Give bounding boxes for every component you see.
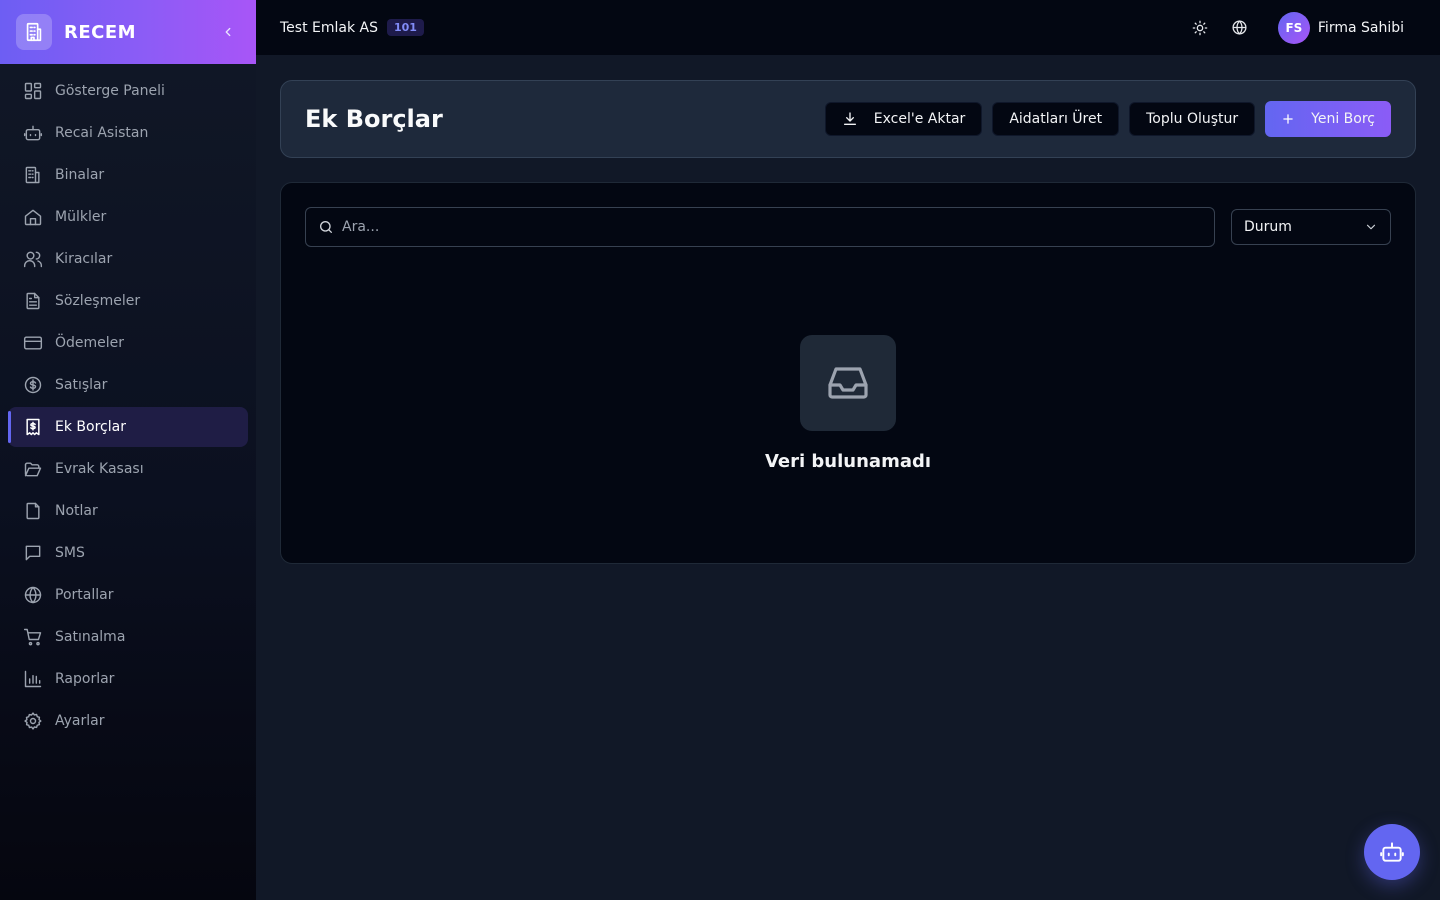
page-title: Ek Borçlar bbox=[305, 105, 443, 133]
sidebar-item-sms[interactable]: SMS bbox=[8, 533, 248, 573]
sidebar-item-buildings[interactable]: Binalar bbox=[8, 155, 248, 195]
sidebar-item-label: Satınalma bbox=[55, 629, 126, 645]
sun-icon bbox=[1192, 20, 1208, 35]
globe-icon bbox=[23, 585, 43, 605]
avatar: FS bbox=[1277, 11, 1310, 44]
sidebar-nav: Gösterge Paneli Recai Asistan Binalar Mü… bbox=[0, 64, 256, 741]
sidebar-item-settings[interactable]: Ayarlar bbox=[8, 701, 248, 741]
topbar: Test Emlak AS 101 FS Firma Sahibi bbox=[256, 0, 1440, 55]
sidebar-item-label: Mülkler bbox=[55, 209, 107, 225]
dollar-circle-icon bbox=[23, 375, 43, 395]
search-box bbox=[305, 207, 1215, 247]
bar-chart-icon bbox=[23, 669, 43, 689]
brand-name: RECEM bbox=[64, 21, 137, 43]
export-excel-button[interactable]: Excel'e Aktar bbox=[824, 102, 983, 136]
sidebar-item-tenants[interactable]: Kiracılar bbox=[8, 239, 248, 279]
credit-card-icon bbox=[23, 333, 43, 353]
user-name: Firma Sahibi bbox=[1317, 19, 1404, 36]
bot-icon bbox=[1380, 842, 1404, 862]
dashboard-icon bbox=[23, 81, 43, 101]
bulk-create-button[interactable]: Toplu Oluştur bbox=[1129, 102, 1256, 136]
sidebar-item-contracts[interactable]: Sözleşmeler bbox=[8, 281, 248, 321]
shopping-cart-icon bbox=[23, 627, 43, 647]
sidebar-item-label: Recai Asistan bbox=[55, 125, 149, 141]
home-icon bbox=[23, 207, 43, 227]
collapse-sidebar-button[interactable] bbox=[216, 20, 240, 44]
sidebar-item-label: Ödemeler bbox=[55, 335, 125, 351]
sidebar-item-dashboard[interactable]: Gösterge Paneli bbox=[8, 71, 248, 111]
sidebar-item-label: Sözleşmeler bbox=[55, 293, 141, 309]
empty-state-message: Veri bulunamadı bbox=[764, 451, 932, 472]
header-actions: Excel'e Aktar Aidatları Üret Toplu Oluşt… bbox=[815, 101, 1391, 137]
users-icon bbox=[23, 249, 43, 269]
sidebar-item-properties[interactable]: Mülkler bbox=[8, 197, 248, 237]
sidebar-item-label: Gösterge Paneli bbox=[55, 83, 165, 99]
settings-icon bbox=[23, 711, 43, 731]
inbox-icon bbox=[800, 335, 896, 431]
sidebar-item-label: Ayarlar bbox=[55, 713, 105, 729]
folder-open-icon bbox=[23, 459, 43, 479]
sidebar-item-reports[interactable]: Raporlar bbox=[8, 659, 248, 699]
generate-dues-label: Aidatları Üret bbox=[1009, 111, 1103, 127]
globe-icon bbox=[1232, 20, 1247, 35]
sidebar-item-additional-debts[interactable]: Ek Borçlar bbox=[8, 407, 248, 447]
search-input[interactable] bbox=[342, 219, 1202, 235]
sidebar-item-label: Binalar bbox=[55, 167, 105, 183]
download-icon bbox=[842, 111, 858, 127]
language-button[interactable] bbox=[1224, 12, 1256, 44]
sidebar: RECEM Gösterge Paneli Recai Asistan Bina… bbox=[0, 0, 256, 900]
assistant-fab-button[interactable] bbox=[1364, 824, 1420, 880]
sidebar-item-label: Satışlar bbox=[55, 377, 108, 393]
status-filter-select[interactable]: Durum bbox=[1231, 209, 1391, 245]
sidebar-item-sales[interactable]: Satışlar bbox=[8, 365, 248, 405]
empty-state: Veri bulunamadı bbox=[281, 335, 1415, 472]
file-text-icon bbox=[23, 291, 43, 311]
sidebar-item-label: Portallar bbox=[55, 587, 114, 603]
app-root: RECEM Gösterge Paneli Recai Asistan Bina… bbox=[0, 0, 1440, 900]
building-logo-icon bbox=[16, 14, 52, 50]
sidebar-item-notes[interactable]: Notlar bbox=[8, 491, 248, 531]
sticky-note-icon bbox=[23, 501, 43, 521]
chevron-down-icon bbox=[1364, 220, 1378, 234]
receipt-dollar-icon bbox=[23, 417, 43, 437]
debts-list-card: Durum Veri bulunamadı bbox=[280, 182, 1416, 564]
sidebar-item-label: Raporlar bbox=[55, 671, 115, 687]
bot-icon bbox=[23, 123, 43, 143]
company-name: Test Emlak AS bbox=[280, 19, 378, 36]
building-icon bbox=[23, 165, 43, 185]
theme-toggle-button[interactable] bbox=[1184, 12, 1216, 44]
topbar-actions: FS Firma Sahibi bbox=[1176, 11, 1416, 44]
sidebar-item-label: Evrak Kasası bbox=[55, 461, 144, 477]
new-debt-label: Yeni Borç bbox=[1311, 111, 1375, 127]
sidebar-item-label: Ek Borçlar bbox=[55, 419, 126, 435]
plus-icon bbox=[1281, 112, 1295, 126]
sidebar-item-assistant[interactable]: Recai Asistan bbox=[8, 113, 248, 153]
search-icon bbox=[320, 221, 332, 233]
user-menu[interactable]: FS Firma Sahibi bbox=[1277, 11, 1404, 44]
sidebar-item-purchasing[interactable]: Satınalma bbox=[8, 617, 248, 657]
message-square-icon bbox=[23, 543, 43, 563]
sidebar-item-label: SMS bbox=[55, 545, 85, 561]
status-filter-value: Durum bbox=[1244, 219, 1292, 235]
chevron-left-icon bbox=[225, 27, 231, 37]
brand-header: RECEM bbox=[0, 0, 256, 64]
bulk-create-label: Toplu Oluştur bbox=[1146, 111, 1239, 127]
generate-dues-button[interactable]: Aidatları Üret bbox=[992, 102, 1120, 136]
export-excel-label: Excel'e Aktar bbox=[873, 111, 966, 127]
new-debt-button[interactable]: Yeni Borç bbox=[1265, 101, 1391, 137]
page-header: Ek Borçlar Excel'e Aktar Aidatları Üret … bbox=[280, 80, 1416, 158]
sidebar-item-document-vault[interactable]: Evrak Kasası bbox=[8, 449, 248, 489]
sidebar-item-portals[interactable]: Portallar bbox=[8, 575, 248, 615]
sidebar-item-payments[interactable]: Ödemeler bbox=[8, 323, 248, 363]
sidebar-item-label: Kiracılar bbox=[55, 251, 113, 267]
company-code-badge: 101 bbox=[387, 19, 424, 36]
sidebar-item-label: Notlar bbox=[55, 503, 98, 519]
